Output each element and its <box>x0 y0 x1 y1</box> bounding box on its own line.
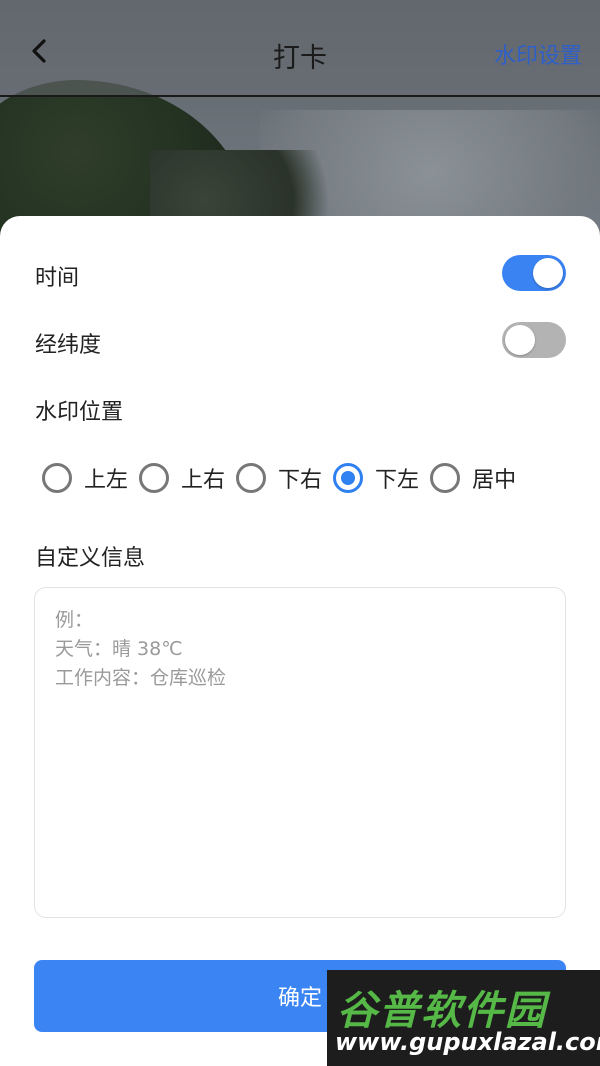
radio-label: 上右 <box>181 468 226 493</box>
watermark-settings-sheet: 时间 经纬度 水印位置 上左 上右 下右 下左 居中 自定义信息 例： 天气：晴… <box>0 216 600 1066</box>
screen: 打卡 水印设置 时间 经纬度 水印位置 上左 上右 下右 下左 居中 自定义信息… <box>0 0 600 1066</box>
site-watermark: 谷普软件园 www.gupuxlazal.com <box>327 970 600 1066</box>
radio-top-left[interactable]: 上左 <box>42 462 128 494</box>
radio-label: 下右 <box>278 468 323 493</box>
radio-button[interactable] <box>42 463 72 493</box>
radio-button[interactable] <box>139 463 170 493</box>
position-radio-group: 上左 上右 下右 下左 居中 <box>42 462 527 494</box>
time-label: 时间 <box>35 266 80 291</box>
placeholder-line: 例： <box>55 609 94 631</box>
watermark-settings-link[interactable]: 水印设置 <box>494 38 582 70</box>
toggle-knob <box>505 325 535 355</box>
radio-button[interactable] <box>430 463 461 493</box>
radio-label: 居中 <box>472 468 517 493</box>
radio-bottom-right[interactable]: 下右 <box>236 462 322 494</box>
confirm-label: 确定 <box>277 986 322 1011</box>
radio-bottom-left[interactable]: 下左 <box>333 462 419 494</box>
radio-button[interactable] <box>236 463 267 493</box>
custom-info-label: 自定义信息 <box>35 546 146 571</box>
time-toggle[interactable] <box>502 255 566 291</box>
position-label: 水印位置 <box>35 400 124 425</box>
radio-label: 上左 <box>84 468 129 493</box>
radio-button-checked[interactable] <box>333 463 364 493</box>
top-bar: 打卡 水印设置 <box>0 0 600 97</box>
watermark-url: www.gupuxlazal.com <box>335 1028 600 1056</box>
radio-top-right[interactable]: 上右 <box>139 462 225 494</box>
radio-center[interactable]: 居中 <box>430 462 516 494</box>
latlng-toggle[interactable] <box>502 322 566 358</box>
placeholder-line: 工作内容：仓库巡检 <box>55 667 227 689</box>
placeholder-line: 天气：晴 38℃ <box>55 638 183 660</box>
latlng-label: 经纬度 <box>35 333 102 358</box>
toggle-knob <box>533 258 563 288</box>
radio-dot <box>341 471 356 485</box>
radio-label: 下左 <box>375 468 420 493</box>
custom-info-textarea[interactable]: 例： 天气：晴 38℃ 工作内容：仓库巡检 <box>34 587 566 918</box>
